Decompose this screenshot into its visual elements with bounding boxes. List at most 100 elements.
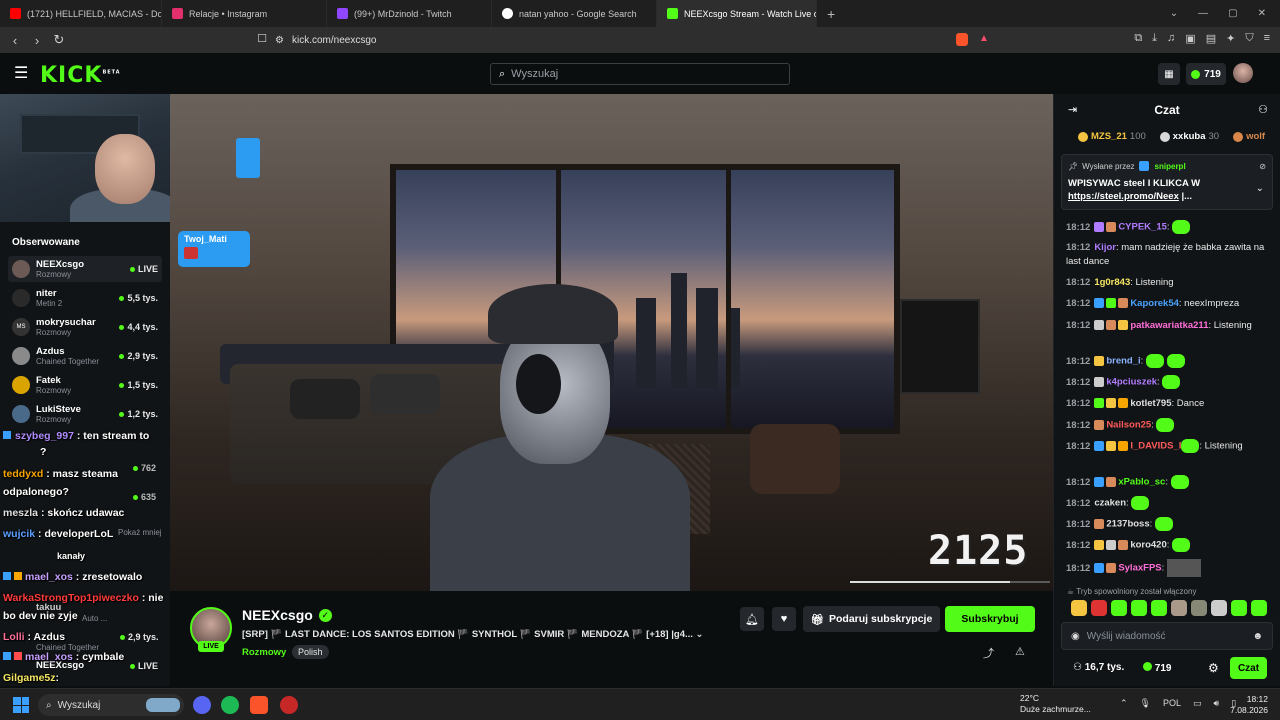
followed-viewers: 2,9 tys. [120,632,159,642]
emote-icon[interactable] [1131,600,1147,616]
user-avatar[interactable] [1233,63,1253,83]
emote-icon[interactable] [1211,600,1227,616]
overlay-chat-line: meszla : skończ udawac [3,507,125,519]
gear-icon[interactable]: ⚙ [1208,661,1219,675]
emote-icon[interactable] [1251,600,1267,616]
overlay-chat-line: mael_xos : cymbale [3,651,124,663]
collapse-chat-icon[interactable]: ⇥ [1068,103,1077,116]
windows-start-icon[interactable] [13,697,29,713]
browser-tab[interactable]: natan yahoo - Google Search [492,0,657,27]
maximize-icon[interactable]: ▢ [1228,8,1237,19]
wallet-icon[interactable]: ▤ [1206,32,1216,45]
new-tab-button[interactable]: + [817,6,845,22]
app-icon[interactable] [280,696,298,714]
weather-widget[interactable]: 22°C Duże zachmurze... [1020,693,1091,715]
spotify-icon[interactable] [221,696,239,714]
menu-icon[interactable]: ☰ [14,63,28,83]
vpn-icon[interactable]: ⛉ [1245,32,1253,45]
language-indicator[interactable]: POL [1163,698,1181,709]
discord-icon[interactable] [193,696,211,714]
minimize-icon[interactable]: — [1198,8,1208,19]
chat-settings-icon[interactable]: ◉ [1071,631,1080,642]
leaderboard-entry[interactable]: xxkuba 30 [1159,131,1219,142]
network-icon[interactable]: ▭ [1193,698,1202,709]
brave-rewards-icon[interactable]: ▲ [979,33,989,44]
chevron-up-icon[interactable]: ⌃ [1120,698,1128,709]
leo-icon[interactable]: ✦ [1226,32,1235,45]
volume-icon[interactable]: 🔊︎ [1214,698,1220,709]
search-input[interactable]: ⌕ Wyszukaj [490,63,790,85]
followed-channel[interactable]: NEEXcsgo Rozmowy LIVE [8,256,162,282]
emote-icon[interactable] [1171,600,1187,616]
leaderboard-entry[interactable]: wolf [1233,131,1265,142]
close-window-icon[interactable]: ✕ [1258,8,1266,19]
emote-icon[interactable] [1071,600,1087,616]
emote-icon[interactable] [1231,600,1247,616]
report-icon[interactable]: ⚠ [1015,645,1025,658]
menu-icon[interactable]: ≡ [1264,32,1270,45]
forward-icon[interactable]: › [26,33,48,48]
chat-users-icon[interactable]: ⚇ [1258,103,1268,116]
emote-icon [1162,375,1181,389]
sidebar-icon[interactable]: ▣ [1185,32,1195,45]
send-chat-button[interactable]: Czat [1230,657,1267,679]
chat-message: 18:12 Kijor: mam nadzieję że babka zawita… [1066,242,1265,267]
bookmark-icon[interactable]: ☐ [251,32,273,45]
emote-icon[interactable] [1191,600,1207,616]
pinned-link[interactable]: https://steel.promo/Neex [1068,191,1179,202]
reload-icon[interactable]: ↻ [48,32,70,48]
leaderboard-entry[interactable]: MZS_21 100 [1078,131,1146,142]
chat-message: 18:12 1g0r843: Listening [1066,277,1174,288]
chevron-down-icon[interactable]: ⌄ [1256,183,1264,194]
browser-tab-active[interactable]: NEEXcsgo Stream - Watch Live o✕ [657,0,817,27]
overlay-chat-line: szybeg_997 : ten stream to [3,430,149,442]
overlay-chat-line: odpalonego? [3,486,69,498]
kick-coins-button[interactable]: 719 [1186,63,1226,85]
browser-tab[interactable]: Relacje • Instagram [162,0,327,27]
dashboard-button[interactable]: ▦ [1158,63,1180,85]
stream-tag[interactable]: Polish [292,645,329,659]
followed-channel[interactable]: Azdus Chained Together 2,9 tys. [8,343,162,369]
media-icon[interactable]: ♫ [1167,32,1175,45]
unpin-icon[interactable]: ⊘ [1259,162,1266,171]
window-controls: ⌄ — ▢ ✕ [1170,0,1280,27]
followed-channel[interactable]: LukiSteve Rozmowy 1,2 tys. [8,401,162,427]
chevron-down-icon[interactable]: ⌄ [696,629,704,640]
brave-shield-icon[interactable] [956,33,968,46]
emote-icon[interactable] [1091,600,1107,616]
extensions-icon[interactable]: ⧉ [1134,32,1142,45]
emoji-picker-icon[interactable]: ☻ [1252,631,1263,642]
browser-tab[interactable]: (1721) HELLFIELD, MACIAS - Domini [0,0,162,27]
chat-input[interactable]: ◉ Wyślij wiadomość ☻ [1061,622,1273,650]
site-info-icon[interactable]: ⚙ [275,35,284,46]
channel-name[interactable]: NEEXcsgo [242,607,313,623]
share-icon[interactable]: ⤴ [983,645,994,661]
emote-icon[interactable] [1151,600,1167,616]
taskbar-search[interactable]: ⌕ Wyszukaj [38,694,184,716]
emote-icon[interactable] [1111,600,1127,616]
video-player[interactable]: Twoj_Mati 2125 [170,94,1053,591]
brave-icon[interactable] [250,696,268,714]
stream-category[interactable]: Rozmowy [242,647,286,658]
url-field[interactable]: ⚙ kick.com/neexcsgo [275,31,997,49]
video-progress[interactable] [850,581,1050,583]
chat-coins[interactable]: 719 [1143,662,1171,674]
emote-icon [1154,517,1173,531]
tab-list-chevron-icon[interactable]: ⌄ [1170,8,1178,19]
notification-bell-button[interactable]: 🔔︎ [740,607,764,631]
follow-button[interactable]: ♥ [772,607,796,631]
emote-icon [1172,538,1191,552]
back-icon[interactable]: ‹ [4,33,26,48]
followed-channel[interactable]: Fatek Rozmowy 1,5 tys. [8,372,162,398]
clock[interactable]: 18:12 7.08.2026 [1226,694,1268,716]
download-icon[interactable]: ⤓ [1152,32,1157,45]
gift-subscription-button[interactable]: 🎁︎ Podaruj subskrypcje [803,606,940,632]
followed-channel[interactable]: niter Metin 2 5,5 tys. [8,285,162,311]
kick-icon [667,8,678,19]
browser-tab[interactable]: (99+) MrDzinold - Twitch [327,0,492,27]
show-less-link[interactable]: Pokaż mniej [118,528,162,537]
kick-logo[interactable]: KICKBETA [40,63,121,88]
subscribe-button[interactable]: Subskrybuj [945,606,1035,632]
followed-channel[interactable]: MS mokrysuchar Rozmowy 4,4 tys. [8,314,162,340]
microphone-icon[interactable]: 🎙︎ [1140,698,1151,709]
